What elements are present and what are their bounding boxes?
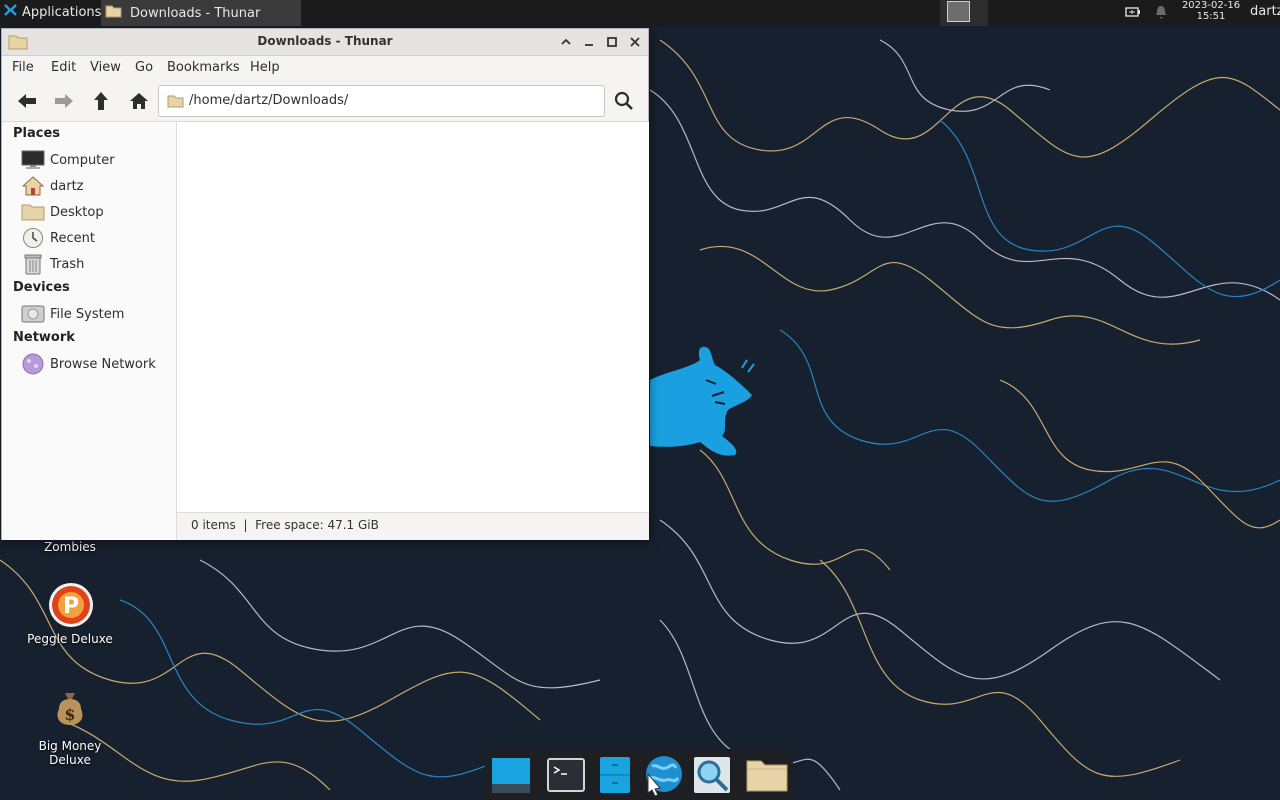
search-icon (614, 91, 633, 110)
folder-icon (746, 760, 788, 792)
svg-text:$: $ (64, 705, 75, 724)
toolbar: /home/dartz/Downloads/ (2, 81, 648, 121)
search-button[interactable] (610, 87, 638, 115)
maximize-button[interactable] (603, 33, 621, 51)
sidebar-item-desktop[interactable]: Desktop (20, 200, 170, 224)
harddisk-icon (20, 303, 46, 325)
dock-show-desktop[interactable] (489, 754, 533, 796)
folder-icon (167, 94, 184, 112)
trash-icon (20, 253, 46, 275)
menu-file[interactable]: File (12, 60, 34, 75)
applications-label: Applications (22, 4, 102, 20)
home-button[interactable] (126, 89, 152, 113)
sidebar-item-file-system[interactable]: File System (20, 302, 170, 326)
menu-go[interactable]: Go (135, 60, 153, 75)
close-button[interactable] (626, 33, 644, 51)
location-path: /home/dartz/Downloads/ (189, 93, 349, 108)
taskbar-window-button[interactable]: Downloads - Thunar (101, 0, 301, 26)
folder-icon (105, 4, 122, 22)
sidebar-section-network: Network (13, 330, 75, 345)
sidebar-item-trash[interactable]: Trash (20, 252, 170, 276)
window-title: Downloads - Thunar (257, 34, 393, 48)
file-manager-icon (600, 757, 630, 793)
terminal-icon (547, 758, 585, 792)
home-folder-icon (20, 175, 46, 197)
menu-edit[interactable]: Edit (51, 60, 76, 75)
dock-terminal[interactable] (544, 754, 588, 796)
menubar: File Edit View Go Bookmarks Help (2, 56, 648, 80)
app-finder-magnifier-icon (694, 757, 730, 793)
minimize-button[interactable] (580, 33, 598, 51)
shade-button[interactable] (557, 33, 575, 51)
dock-web-browser[interactable] (641, 754, 685, 796)
sidebar-section-places: Places (13, 126, 61, 141)
sidebar-item-computer[interactable]: Computer (20, 148, 170, 172)
notifications-bell-icon[interactable] (1154, 4, 1168, 24)
home-icon (130, 93, 148, 109)
svg-text:P: P (63, 594, 79, 619)
menu-help[interactable]: Help (250, 60, 280, 75)
file-view-pane[interactable] (176, 121, 649, 512)
desktop-icon-zombies-label[interactable]: Zombies (30, 540, 110, 554)
status-bar: 0 items | Free space: 47.1 GiB (176, 512, 649, 540)
recent-clock-icon (20, 227, 46, 249)
big-money-label-line2: Deluxe (49, 753, 91, 767)
sidebar-item-label: Browse Network (50, 356, 156, 372)
sidebar-item-label: Desktop (50, 204, 104, 220)
arrow-left-icon (18, 94, 36, 108)
sidebar-item-label: File System (50, 306, 125, 322)
big-money-label[interactable]: Big Money Deluxe (20, 739, 120, 767)
battery-icon[interactable] (1125, 6, 1141, 22)
taskbar-window-title: Downloads - Thunar (130, 5, 261, 21)
desktop-folder-icon (20, 201, 46, 223)
dock-file-manager[interactable] (593, 754, 637, 796)
sidebar-item-dartz[interactable]: dartz (20, 174, 170, 198)
web-browser-globe-icon (646, 756, 682, 796)
clock-date: 2023-02-16 (1181, 0, 1241, 11)
network-globe-icon (20, 353, 46, 375)
sidebar-item-label: Trash (50, 256, 85, 272)
menu-bookmarks[interactable]: Bookmarks (167, 60, 240, 75)
sidebar-section-devices: Devices (13, 280, 70, 295)
xfce-logo-icon (3, 3, 18, 22)
arrow-right-icon (55, 94, 73, 108)
clock-time: 15:51 (1196, 11, 1226, 22)
dock-home-folder[interactable] (745, 754, 789, 796)
peggle-deluxe-label[interactable]: Peggle Deluxe (20, 632, 120, 646)
menu-view[interactable]: View (90, 60, 121, 75)
applications-menu-button[interactable]: Applications ⋮ (0, 0, 115, 24)
peggle-deluxe-icon[interactable]: P (47, 581, 95, 633)
sidebar: Places Computer dartz Desktop Recent Tra… (2, 121, 176, 540)
location-bar[interactable]: /home/dartz/Downloads/ (158, 85, 605, 117)
forward-button[interactable] (51, 89, 77, 113)
thunar-window: Downloads - Thunar File Edit View Go Boo… (1, 28, 649, 540)
computer-icon (20, 149, 46, 171)
dock (485, 749, 793, 800)
sidebar-item-label: dartz (50, 178, 84, 194)
dock-app-finder[interactable] (690, 754, 734, 796)
big-money-icon[interactable]: $ (51, 689, 89, 733)
up-button[interactable] (88, 89, 114, 113)
sidebar-item-label: Recent (50, 230, 95, 246)
arrow-up-icon (94, 92, 108, 110)
panel-clock[interactable]: 2023-02-16 15:51 (1176, 0, 1246, 22)
show-desktop-icon (492, 758, 530, 793)
user-menu[interactable]: dartz (1250, 4, 1280, 19)
top-panel: Applications ⋮ Downloads - Thunar 2023-0… (0, 0, 1280, 26)
window-titlebar[interactable]: Downloads - Thunar (2, 29, 648, 56)
sidebar-item-browse-network[interactable]: Browse Network (20, 352, 170, 376)
status-text: 0 items | Free space: 47.1 GiB (191, 518, 379, 532)
sidebar-item-label: Computer (50, 152, 115, 168)
big-money-label-line1: Big Money (38, 739, 102, 753)
sidebar-item-recent[interactable]: Recent (20, 226, 170, 250)
back-button[interactable] (14, 89, 40, 113)
workspace-1[interactable] (947, 1, 970, 22)
